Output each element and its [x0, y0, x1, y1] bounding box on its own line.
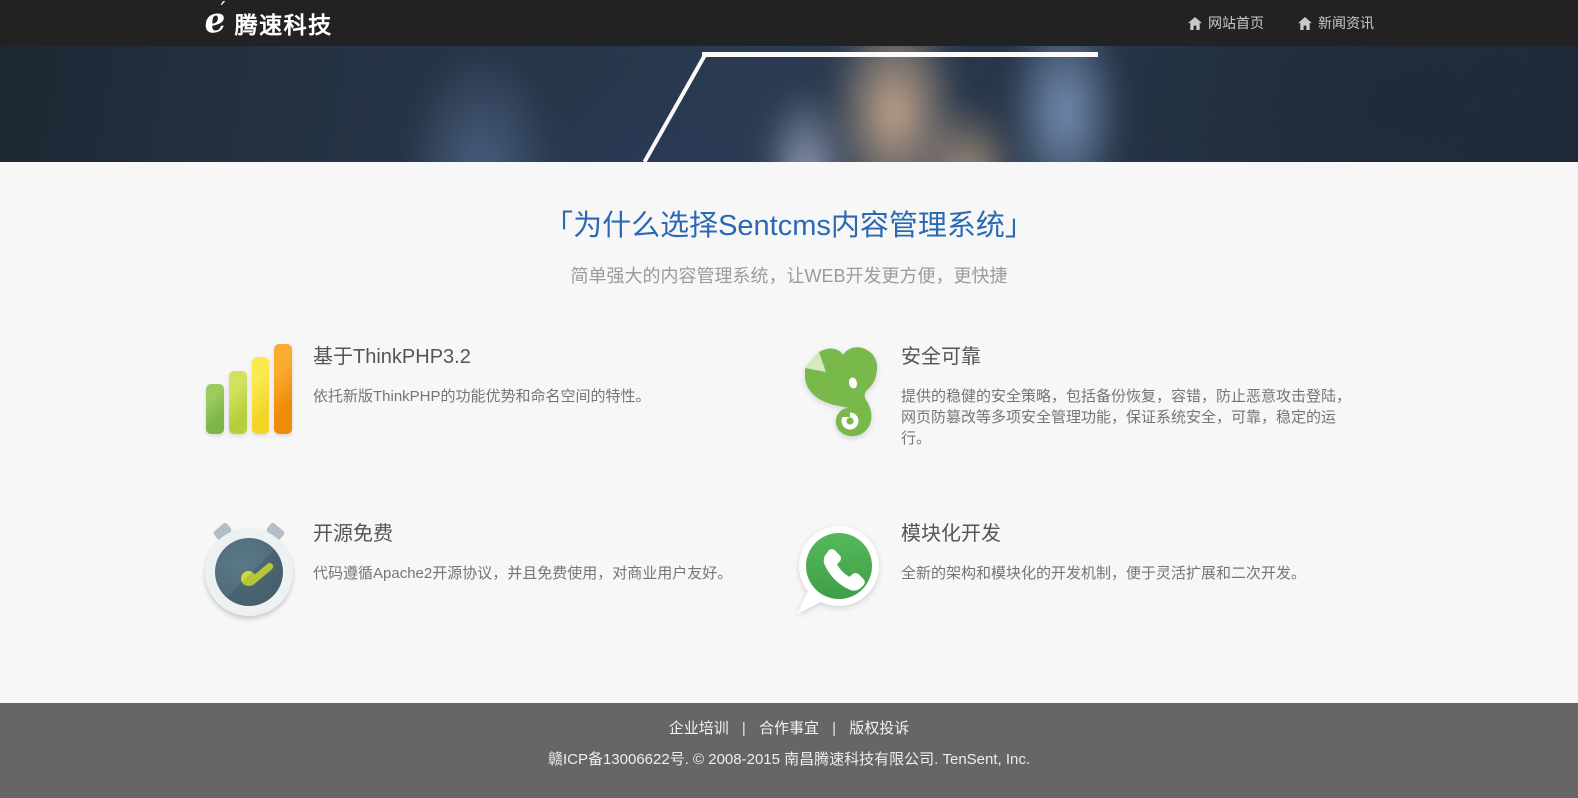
feature-description: 全新的架构和模块化的开发机制，便于灵活扩展和二次开发。 — [901, 563, 1353, 584]
feature-security: 安全可靠 提供的稳健的安全策略，包括备份恢复，容错，防止恶意攻击登陆，网页防篡改… — [789, 344, 1377, 449]
nav-item-label: 新闻资讯 — [1318, 13, 1374, 33]
footer-link-cooperation[interactable]: 合作事宜 — [759, 720, 819, 737]
brand-logo[interactable]: e 腾速科技 — [204, 6, 333, 40]
footer-link-copyright-complaint[interactable]: 版权投诉 — [849, 720, 909, 737]
footer-link-training[interactable]: 企业培训 — [669, 720, 729, 737]
footer-separator: | — [832, 720, 836, 737]
page-footer: 企业培训 | 合作事宜 | 版权投诉 赣ICP备13006622号. © 200… — [0, 703, 1578, 798]
copyright-text: 赣ICP备13006622号. © 2008-2015 南昌腾速科技有限公司. … — [0, 749, 1578, 771]
feature-title: 安全可靠 — [901, 345, 1353, 369]
section-title: 「为什么选择Sentcms内容管理系统」 — [0, 206, 1578, 246]
elephant-icon — [789, 344, 885, 440]
footer-separator: | — [742, 720, 746, 737]
top-navbar: e 腾速科技 网站首页 新闻资讯 — [0, 0, 1578, 46]
home-icon — [1188, 17, 1202, 30]
nav-item-site-home[interactable]: 网站首页 — [1188, 13, 1264, 33]
hero-background-image — [0, 46, 1578, 162]
nav-item-label: 网站首页 — [1208, 13, 1264, 33]
home-icon — [1298, 17, 1312, 30]
whatsapp-icon — [789, 521, 885, 617]
feature-description: 代码遵循Apache2开源协议，并且免费使用，对商业用户友好。 — [313, 563, 765, 584]
feature-grid: 基于ThinkPHP3.2 依托新版ThinkPHP的功能优势和命名空间的特性。… — [201, 344, 1377, 617]
feature-modular: 模块化开发 全新的架构和模块化的开发机制，便于灵活扩展和二次开发。 — [789, 521, 1377, 617]
feature-description: 依托新版ThinkPHP的功能优势和命名空间的特性。 — [313, 386, 765, 407]
hero-decor-horizontal-line — [702, 52, 1098, 57]
nav-item-news[interactable]: 新闻资讯 — [1298, 13, 1374, 33]
stopwatch-icon — [201, 521, 297, 617]
feature-description: 提供的稳健的安全策略，包括备份恢复，容错，防止恶意攻击登陆，网页防篡改等多项安全… — [901, 386, 1353, 449]
bar-chart-icon — [201, 344, 297, 440]
feature-title: 模块化开发 — [901, 522, 1353, 546]
hero-carousel — [0, 46, 1578, 162]
feature-thinkphp: 基于ThinkPHP3.2 依托新版ThinkPHP的功能优势和命名空间的特性。 — [201, 344, 789, 449]
feature-title: 开源免费 — [313, 522, 765, 546]
logo-text: 腾速科技 — [235, 6, 333, 40]
main-nav: 网站首页 新闻资讯 — [1188, 13, 1374, 33]
why-choose-section: 「为什么选择Sentcms内容管理系统」 简单强大的内容管理系统，让WEB开发更… — [0, 162, 1578, 703]
feature-opensource: 开源免费 代码遵循Apache2开源协议，并且免费使用，对商业用户友好。 — [201, 521, 789, 617]
logo-e-icon: e — [202, 3, 228, 40]
section-subtitle: 简单强大的内容管理系统，让WEB开发更方便，更快捷 — [0, 263, 1578, 289]
footer-links: 企业培训 | 合作事宜 | 版权投诉 — [0, 718, 1578, 740]
feature-title: 基于ThinkPHP3.2 — [313, 345, 765, 369]
